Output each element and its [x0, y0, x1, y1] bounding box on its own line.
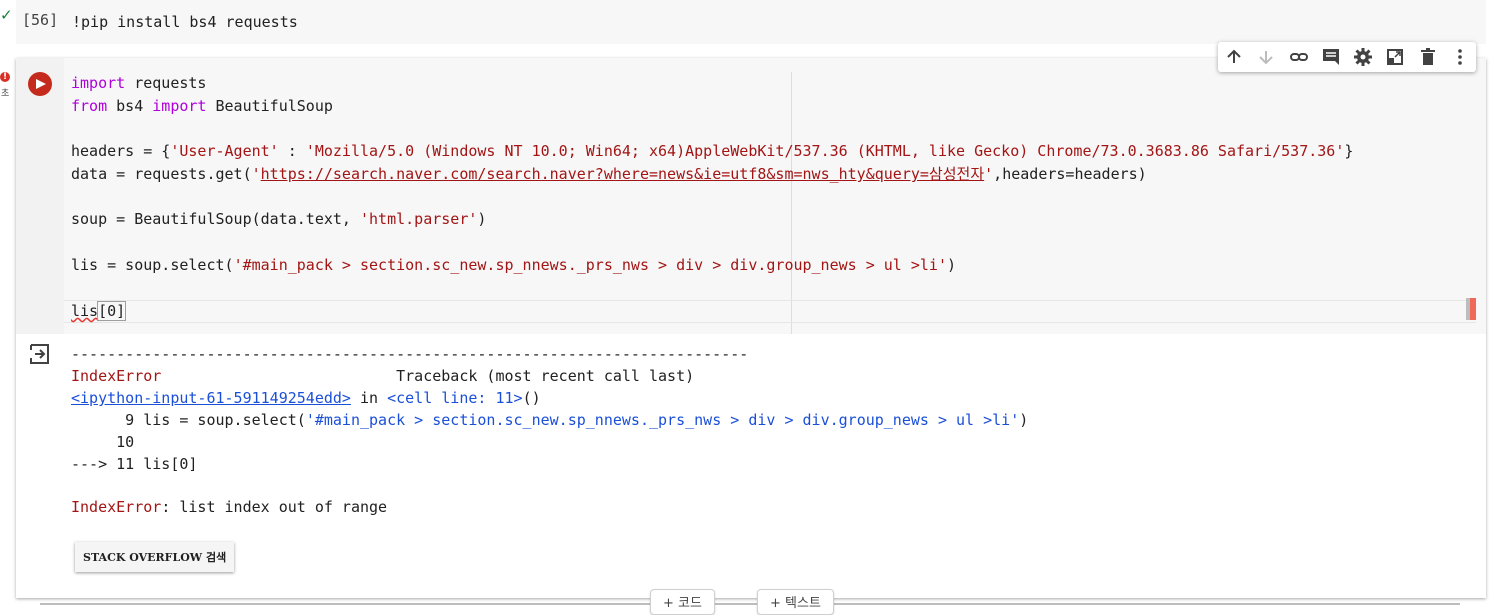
- comment-icon: [1322, 49, 1339, 65]
- link-cell-button[interactable]: [1288, 46, 1310, 68]
- traceback-line-9: 9 lis = soup.select('#main_pack > sectio…: [71, 411, 1029, 429]
- traceback-line-10: 10: [71, 433, 135, 451]
- cell-divider: [40, 603, 1460, 605]
- code-line-9: lis = soup.select('#main_pack > section.…: [71, 256, 957, 274]
- executed-check-icon: ✓: [0, 6, 13, 24]
- code-line-7: soup = BeautifulSoup(data.text, 'html.pa…: [71, 210, 487, 228]
- current-line-highlight: [64, 300, 1476, 323]
- scrollbar-error-mark: [1470, 298, 1476, 320]
- add-text-cell-button[interactable]: + 텍스트: [757, 589, 834, 615]
- ipython-input-link[interactable]: <ipython-input-61-591149254edd>: [71, 389, 351, 407]
- run-cell-button[interactable]: [28, 72, 52, 96]
- more-vert-icon: [1458, 49, 1462, 65]
- output-menu-icon[interactable]: [28, 342, 52, 366]
- code-cell[interactable]: import requests from bs4 import Beautifu…: [16, 58, 1486, 598]
- code-editor[interactable]: import requests from bs4 import Beautifu…: [64, 58, 1486, 334]
- link-icon: [1289, 53, 1308, 61]
- cell-output: ----------------------------------------…: [16, 334, 1486, 598]
- mirror-icon: [1387, 49, 1404, 65]
- error-marker-icon: !: [0, 72, 10, 82]
- delete-cell-button[interactable]: [1417, 46, 1439, 68]
- add-code-cell-button[interactable]: + 코드: [650, 589, 715, 615]
- gear-icon: [1354, 48, 1373, 66]
- settings-button[interactable]: [1352, 46, 1374, 68]
- code-url-link[interactable]: https://search.naver.com/search.naver?wh…: [261, 165, 984, 183]
- arrow-down-icon: [1259, 51, 1274, 65]
- trash-icon: [1420, 48, 1435, 65]
- execution-count: [56]: [22, 11, 59, 29]
- traceback-location: <ipython-input-61-591149254edd> in <cell…: [71, 389, 541, 407]
- play-icon: [36, 79, 46, 89]
- error-message: IndexError: list index out of range: [71, 498, 388, 516]
- traceback-line-11: ---> 11 lis[0]: [71, 455, 198, 473]
- code-line-1: import requests: [71, 74, 207, 92]
- mirror-cell-button[interactable]: [1384, 46, 1406, 68]
- error-marker-label: 초: [1, 89, 10, 99]
- ruler-line: [791, 72, 792, 334]
- comment-button[interactable]: [1320, 46, 1342, 68]
- code-line-5: data = requests.get('https://search.nave…: [71, 165, 1147, 183]
- cell-toolbar: [1218, 42, 1476, 72]
- search-stack-overflow-button[interactable]: STACK OVERFLOW 검색: [75, 542, 235, 572]
- move-cell-up-button[interactable]: [1223, 46, 1245, 68]
- traceback-separator: ----------------------------------------…: [71, 345, 749, 363]
- arrow-up-icon: [1227, 49, 1241, 63]
- more-options-button[interactable]: [1449, 46, 1471, 68]
- code-line-11: lis[0]: [71, 301, 127, 321]
- move-cell-down-button[interactable]: [1255, 46, 1277, 68]
- cell-gutter: [16, 58, 64, 334]
- traceback-header: IndexError Traceback (most recent call l…: [71, 367, 695, 385]
- code-line-4: headers = {'User-Agent' : 'Mozilla/5.0 (…: [71, 142, 1354, 160]
- previous-cell-code[interactable]: !pip install bs4 requests: [72, 13, 298, 31]
- code-line-2: from bs4 import BeautifulSoup: [71, 97, 333, 115]
